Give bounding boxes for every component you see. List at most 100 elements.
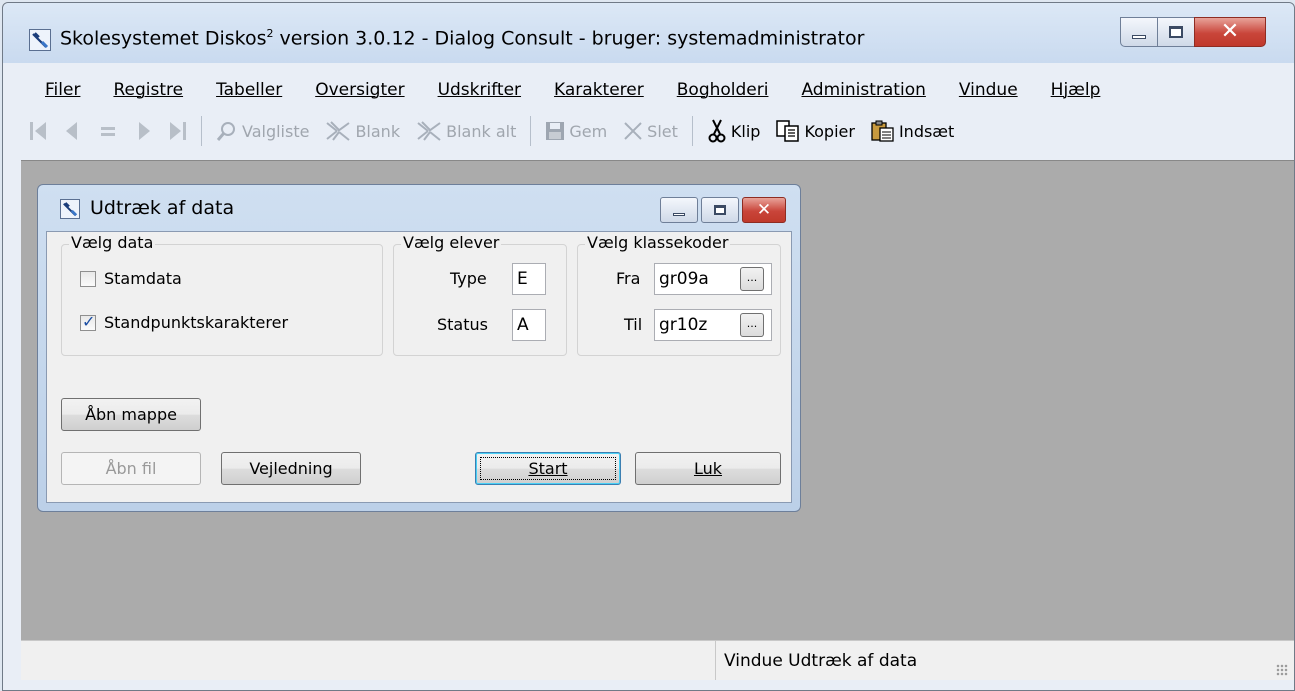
focus-rectangle [480, 457, 616, 480]
group-vaelg-data: Vælg data Stamdata Standpunktskarakterer [61, 233, 383, 356]
resize-grip-icon[interactable] [1276, 664, 1288, 676]
menu-bar: Filer Registre Tabeller Oversigter Udskr… [21, 73, 1294, 107]
close-button[interactable]: ✕ [1194, 17, 1266, 47]
slet-button[interactable]: Slet [615, 111, 686, 151]
status-input[interactable]: A [512, 309, 546, 341]
blank-label: Blank [355, 121, 401, 141]
blank-button[interactable]: Blank [317, 111, 408, 151]
dialog-app-icon[interactable] [60, 199, 80, 219]
valgliste-button[interactable]: Valgliste [208, 111, 317, 151]
dialog-minimize-button[interactable] [660, 197, 698, 223]
first-record-button[interactable] [21, 111, 55, 151]
til-browse-button[interactable]: ... [740, 313, 764, 337]
status-label: Status [437, 315, 488, 334]
kopier-label: Kopier [804, 121, 855, 141]
title-bar[interactable]: Skolesystemet Diskos2 version 3.0.12 - D… [3, 3, 1294, 63]
klip-button[interactable]: Klip [699, 111, 769, 151]
fra-value: gr09a [659, 269, 709, 289]
type-label: Type [450, 269, 487, 288]
next-record-button[interactable] [127, 111, 161, 151]
minimize-button[interactable] [1120, 17, 1158, 47]
start-button[interactable]: Start [475, 452, 621, 485]
gem-label: Gem [569, 121, 608, 141]
dialog-title: Udtræk af data [90, 197, 235, 219]
broom-icon [325, 120, 351, 142]
broom-all-icon [416, 120, 442, 142]
app-icon[interactable] [29, 29, 51, 51]
menu-karakterer[interactable]: Karakterer [532, 80, 655, 100]
klip-label: Klip [730, 121, 761, 141]
previous-record-icon [66, 122, 77, 140]
vejledning-button[interactable]: Vejledning [221, 452, 361, 485]
maximize-button[interactable] [1157, 17, 1195, 47]
menu-hjaelp[interactable]: Hjælp [1029, 80, 1112, 100]
menu-udskrifter[interactable]: Udskrifter [416, 80, 532, 100]
type-input[interactable]: E [512, 263, 546, 295]
scissors-icon [707, 119, 727, 143]
menu-tabeller[interactable]: Tabeller [194, 80, 293, 100]
previous-record-button[interactable] [55, 111, 89, 151]
dialog-maximize-button[interactable] [701, 197, 739, 223]
maximize-icon [714, 205, 726, 215]
stamdata-label[interactable]: Stamdata [104, 269, 182, 288]
dialog-caption-buttons: ✕ [657, 197, 786, 223]
luk-button[interactable]: Luk [635, 452, 781, 485]
last-record-icon [170, 122, 186, 140]
menu-bogholderi[interactable]: Bogholderi [655, 80, 780, 100]
maximize-icon [1169, 26, 1183, 38]
close-icon: ✕ [1220, 19, 1240, 44]
caption-buttons: ✕ [1120, 17, 1266, 47]
menu-oversigter[interactable]: Oversigter [293, 80, 415, 100]
menu-vindue[interactable]: Vindue [937, 80, 1029, 100]
search-icon [216, 120, 238, 142]
til-value: gr10z [659, 315, 708, 335]
gem-button[interactable]: Gem [537, 111, 615, 151]
standpunkt-checkbox[interactable] [80, 312, 96, 331]
toolbar: Valgliste Blank Blank alt Gem Slet Klip … [21, 110, 1294, 152]
current-record-button[interactable] [89, 111, 127, 151]
blank-alt-button[interactable]: Blank alt [408, 111, 524, 151]
group-title-elever: Vælg elever [401, 233, 502, 252]
first-record-icon [30, 122, 46, 140]
standpunkt-label[interactable]: Standpunktskarakterer [104, 313, 288, 332]
dialog-close-button[interactable]: ✕ [742, 197, 786, 223]
group-title-klasse: Vælg klassekoder [585, 233, 731, 252]
valgliste-label: Valgliste [242, 121, 310, 141]
kopier-button[interactable]: Kopier [768, 111, 863, 151]
delete-icon [623, 121, 643, 141]
group-vaelg-klassekoder: Vælg klassekoder Fra gr09a ... Til gr10z… [577, 233, 781, 356]
copy-icon [776, 120, 800, 142]
save-icon [545, 121, 565, 141]
current-record-icon [101, 127, 115, 136]
toolbar-separator [201, 116, 202, 146]
til-label: Til [624, 315, 643, 334]
last-record-button[interactable] [161, 111, 195, 151]
udtraek-dialog: Udtræk af data ✕ Vælg data Stamdata Stan… [37, 184, 801, 512]
group-title-data: Vælg data [69, 233, 156, 252]
next-record-icon [139, 122, 150, 140]
abn-fil-label: Åbn fil [105, 459, 157, 478]
close-icon: ✕ [756, 199, 772, 220]
toolbar-separator [691, 116, 693, 146]
fra-label: Fra [616, 269, 641, 288]
indsaet-button[interactable]: Indsæt [863, 111, 962, 151]
paste-icon [871, 120, 895, 142]
status-bar: Vindue Udtræk af data [21, 640, 1294, 680]
menu-administration[interactable]: Administration [779, 80, 936, 100]
status-text: Vindue Udtræk af data [715, 641, 917, 680]
vejledning-label: Vejledning [249, 459, 333, 478]
indsaet-label: Indsæt [898, 121, 955, 141]
window-title: Skolesystemet Diskos2 version 3.0.12 - D… [60, 27, 865, 50]
minimize-icon [1132, 35, 1146, 39]
blank-alt-label: Blank alt [446, 121, 517, 141]
luk-label: Luk [693, 459, 723, 478]
menu-filer[interactable]: Filer [21, 80, 91, 100]
abn-fil-button[interactable]: Åbn fil [61, 452, 201, 485]
menu-registre[interactable]: Registre [91, 80, 194, 100]
abn-mappe-label: Åbn mappe [85, 405, 177, 424]
abn-mappe-button[interactable]: Åbn mappe [61, 398, 201, 431]
minimize-icon [673, 212, 685, 216]
slet-label: Slet [647, 121, 678, 141]
fra-browse-button[interactable]: ... [740, 267, 764, 291]
stamdata-checkbox[interactable] [80, 271, 96, 287]
